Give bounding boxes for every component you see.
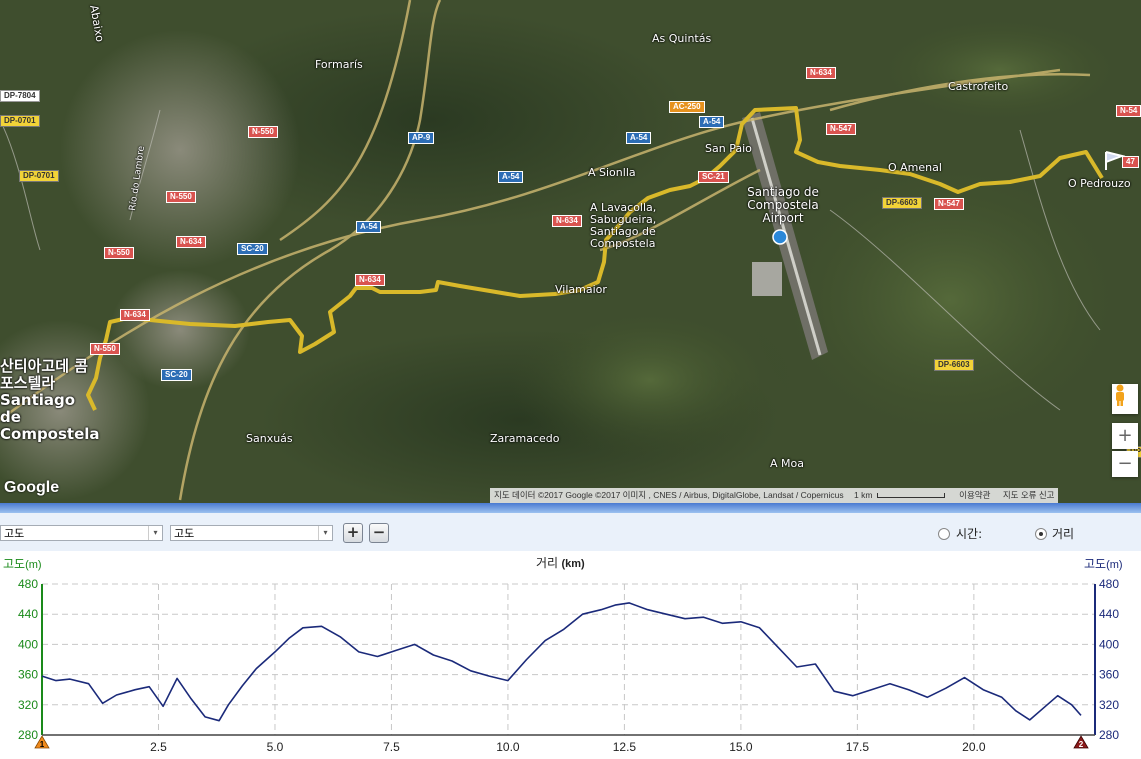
y-tick-label-left: 360 [18, 668, 38, 682]
place-label: San Paio [705, 142, 752, 155]
right-axis-select-value: 고도 [174, 527, 195, 540]
time-radio[interactable] [938, 528, 950, 540]
y-tick-label-left: 280 [18, 728, 38, 742]
road-shield: N-550 [248, 126, 278, 138]
start-marker-label: 1 [40, 740, 45, 749]
place-label: Vilamaior [555, 283, 607, 296]
panel-divider[interactable] [0, 503, 1141, 513]
place-label: A Lavacolla, Sabugueira, Santiago de Com… [590, 201, 657, 250]
zoom-in-button[interactable]: + [1112, 423, 1138, 449]
chart-plot: 480 480 440 440 400 400 360 360 320 320 280 280 2.5 5… [18, 577, 1119, 754]
place-label: O Amenal [888, 161, 942, 174]
road-shield: DP-7804 [0, 90, 40, 102]
elevation-profile-chart[interactable]: 고도(m) 거리 (km) 고도(m) 480 480 440 440 400 400 36… [0, 551, 1141, 759]
scale-bar [876, 493, 945, 499]
x-tick-label: 12.5 [613, 740, 637, 754]
x-tick-label: 17.5 [846, 740, 870, 754]
street-view-pegman-icon[interactable] [1112, 384, 1138, 414]
road-shield: A-54 [626, 132, 652, 144]
road-shield: DP-0701 [0, 115, 40, 127]
end-marker-label: 2 [1079, 740, 1084, 749]
place-label: A Moa [770, 457, 804, 470]
road-shield: A-54 [498, 171, 524, 183]
left-axis-select-value: 고도 [4, 527, 25, 540]
map-attribution: 지도 데이터 ©2017 Google ©2017 이미지 , CNES / A… [490, 488, 1059, 503]
y-tick-label-right: 320 [1099, 698, 1119, 712]
road-shield: DP-6603 [882, 197, 922, 209]
y-tick-label-right: 440 [1099, 607, 1119, 621]
y-tick-label-left: 320 [18, 698, 38, 712]
road-shield: N-634 [355, 274, 385, 286]
chevron-down-icon: ▾ [318, 526, 332, 540]
x-tick-label: 20.0 [962, 740, 986, 754]
road-shield: SC-21 [698, 171, 729, 183]
place-label: O Pedrouzo [1068, 177, 1131, 190]
attribution-text: 지도 데이터 ©2017 Google ©2017 이미지 , CNES / A… [494, 490, 844, 500]
place-label: As Quintás [652, 32, 712, 45]
place-label: Zaramacedo [490, 432, 560, 445]
time-radio-label: 시간: [956, 527, 983, 541]
distance-radio-label: 거리 [1052, 527, 1075, 541]
road-shield: DP-6603 [934, 359, 974, 371]
road-shield: 47 [1122, 156, 1139, 168]
x-tick-label: 7.5 [383, 740, 400, 754]
road-shield: N-634 [552, 215, 582, 227]
x-tick-label: 5.0 [267, 740, 284, 754]
distance-radio[interactable] [1035, 528, 1047, 540]
google-logo: Google [4, 479, 60, 496]
road-shield: AC-250 [669, 101, 705, 113]
y-tick-label-left: 440 [18, 607, 38, 621]
road-shield: N-547 [934, 198, 964, 210]
road-shield: N-54 [1116, 105, 1141, 117]
x-tick-label: 10.0 [496, 740, 520, 754]
y-tick-label-right: 400 [1099, 637, 1119, 651]
airport-label: Santiago de Compostela Airport [747, 185, 819, 225]
road-shield: A-54 [699, 116, 725, 128]
y-tick-label-right: 360 [1099, 668, 1119, 682]
place-label: Formarís [315, 58, 363, 71]
road-shield: AP-9 [408, 132, 435, 144]
road-shield: DP-0701 [19, 170, 59, 182]
road-shield: SC-20 [161, 369, 192, 381]
y-tick-label-left: 400 [18, 637, 38, 651]
x-tick-label: 2.5 [150, 740, 167, 754]
scale-label: 1 km [853, 490, 873, 500]
city-label: 산티아고데 콤포스텔라 Santiago de Compostela [0, 357, 100, 443]
y-tick-label-right: 280 [1099, 728, 1119, 742]
y-tick-label-right: 480 [1099, 577, 1119, 591]
terms-link[interactable]: 이용약관 [959, 490, 990, 500]
x-tick-label: 15.0 [729, 740, 753, 754]
place-label: Castrofeito [948, 80, 1009, 93]
satellite-imagery [0, 0, 1141, 503]
right-axis-select[interactable]: 고도 ▾ [170, 525, 333, 541]
road-shield: N-634 [176, 236, 206, 248]
left-axis-select[interactable]: 고도 ▾ [0, 525, 163, 541]
zoom-out-button[interactable]: − [1112, 451, 1138, 477]
chevron-down-icon: ▾ [148, 526, 162, 540]
chart-zoom-in-button[interactable]: + [343, 523, 363, 543]
map-view[interactable]: Abaixo Formarís As Quintás Castrofeito S… [0, 0, 1141, 503]
chart-zoom-out-button[interactable]: − [369, 523, 389, 543]
place-label: Sanxuás [246, 432, 293, 445]
road-shield: N-634 [120, 309, 150, 321]
place-label: A Sionlla [588, 166, 636, 179]
y-tick-label-left: 480 [18, 577, 38, 591]
road-shield: N-547 [826, 123, 856, 135]
road-shield: N-550 [104, 247, 134, 259]
road-shield: A-54 [356, 221, 382, 233]
report-error-link[interactable]: 지도 오류 신고 [1003, 490, 1055, 500]
road-shield: N-634 [806, 67, 836, 79]
road-shield: N-550 [90, 343, 120, 355]
road-shield: N-550 [166, 191, 196, 203]
elevation-series-line [41, 602, 1082, 722]
road-shield: SC-20 [237, 243, 268, 255]
